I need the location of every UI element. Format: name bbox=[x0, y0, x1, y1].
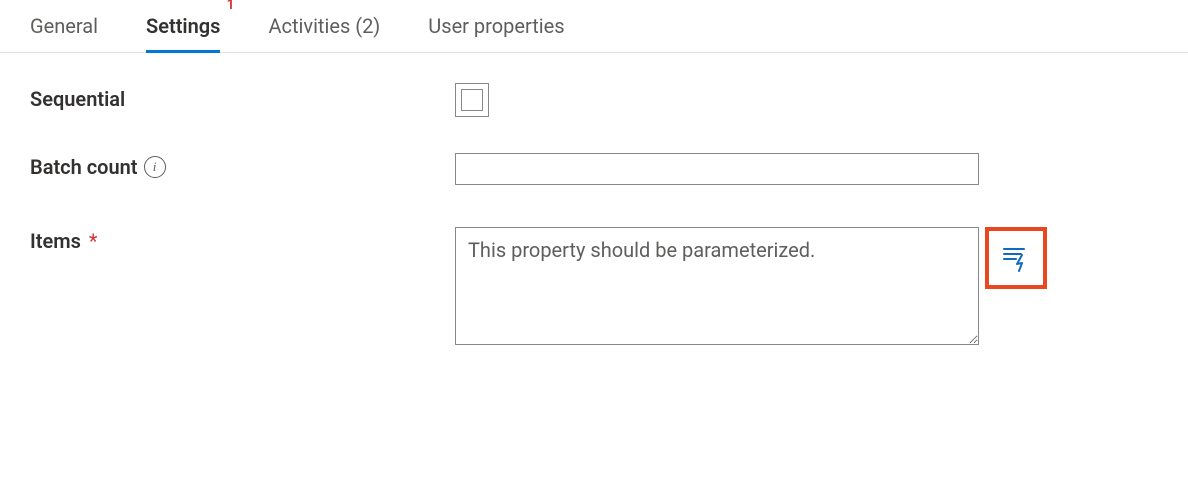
tab-general[interactable]: General bbox=[30, 0, 98, 52]
batch-count-label: Batch count bbox=[30, 155, 138, 179]
field-items: Items * bbox=[30, 227, 1188, 345]
items-textarea[interactable] bbox=[455, 227, 979, 345]
field-sequential: Sequential bbox=[30, 83, 1188, 117]
settings-panel: Sequential Batch count i Items * bbox=[0, 53, 1188, 345]
add-dynamic-content-button[interactable] bbox=[985, 227, 1047, 289]
tab-settings[interactable]: Settings 1 bbox=[146, 0, 220, 52]
tab-activities[interactable]: Activities (2) bbox=[268, 0, 380, 52]
tab-label: Activities (2) bbox=[268, 14, 380, 38]
sequential-checkbox[interactable] bbox=[455, 83, 489, 117]
batch-count-input[interactable] bbox=[455, 153, 979, 185]
field-batch-count: Batch count i bbox=[30, 153, 1188, 185]
tab-user-properties[interactable]: User properties bbox=[428, 0, 564, 52]
tab-badge: 1 bbox=[226, 0, 234, 13]
info-icon[interactable]: i bbox=[144, 156, 166, 178]
tab-strip: General Settings 1 Activities (2) User p… bbox=[0, 0, 1188, 53]
tab-label: General bbox=[30, 14, 98, 38]
checkbox-box-icon bbox=[461, 89, 483, 111]
sequential-label: Sequential bbox=[30, 87, 125, 111]
tab-label: User properties bbox=[428, 14, 564, 38]
items-label: Items bbox=[30, 229, 81, 253]
required-marker: * bbox=[89, 229, 98, 253]
tab-label: Settings bbox=[146, 14, 220, 38]
dynamic-content-icon bbox=[999, 241, 1033, 275]
